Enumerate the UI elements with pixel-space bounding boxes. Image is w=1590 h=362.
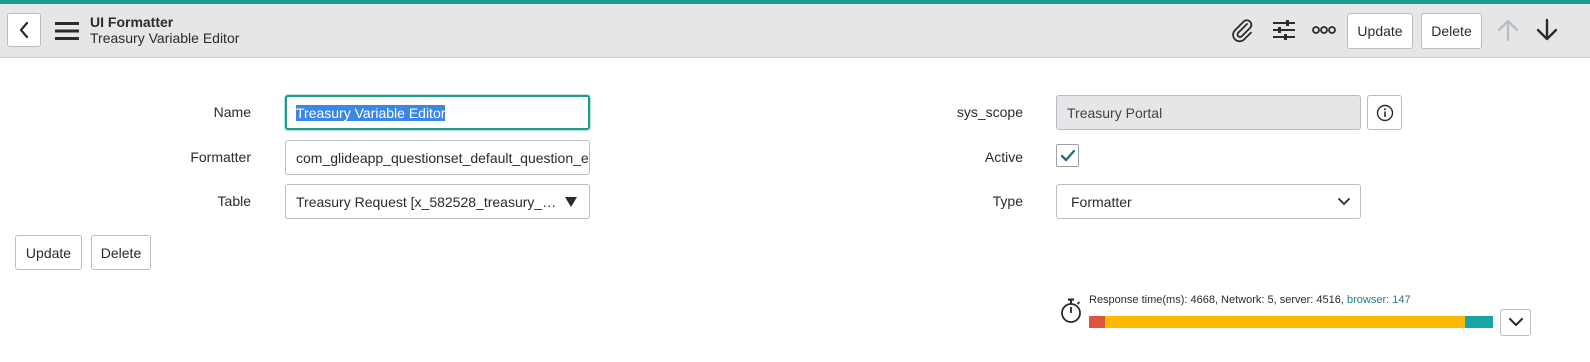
paperclip-icon (1232, 19, 1253, 43)
type-label: Type (992, 193, 1023, 209)
dropdown-triangle-icon (565, 197, 577, 207)
response-bar-browser-segment (1464, 316, 1493, 328)
browser-time-link[interactable]: browser: 147 (1347, 294, 1411, 306)
table-select-value: Treasury Request [x_582528_treasury_x_..… (296, 193, 558, 210)
attachment-button[interactable] (1228, 16, 1256, 44)
header-delete-button[interactable]: Delete (1421, 13, 1482, 49)
response-bar-network-segment (1089, 316, 1106, 328)
arrow-down-icon (1536, 18, 1558, 41)
name-input-value: Treasury Variable Editor (296, 104, 446, 121)
sliders-icon (1273, 20, 1295, 40)
type-select[interactable]: Formatter (1056, 184, 1361, 219)
chevron-down-icon (1338, 198, 1350, 205)
response-time-summary: Response time(ms): 4668, Network: 5, ser… (1089, 294, 1344, 306)
response-time-text: Response time(ms): 4668, Network: 5, ser… (1089, 294, 1411, 306)
formatter-label: Formatter (190, 149, 251, 165)
table-label: Table (217, 193, 251, 209)
record-type-title: UI Formatter (90, 14, 174, 30)
response-time-expand-button[interactable] (1500, 309, 1531, 336)
response-bar-server-segment (1105, 316, 1465, 328)
stopwatch-icon (1061, 298, 1081, 323)
name-input[interactable]: Treasury Variable Editor (285, 95, 590, 130)
info-icon (1376, 104, 1393, 121)
arrow-up-icon (1497, 19, 1519, 42)
checkmark-icon (1060, 149, 1075, 161)
reference-info-button[interactable] (1367, 95, 1402, 130)
next-record-button[interactable] (1533, 16, 1561, 44)
chevron-left-icon (19, 21, 29, 39)
type-select-value: Formatter (1071, 193, 1132, 210)
update-button[interactable]: Update (15, 235, 82, 270)
table-select[interactable]: Treasury Request [x_582528_treasury_x_..… (285, 184, 590, 219)
sys-scope-label: sys_scope (956, 104, 1023, 120)
name-label: Name (213, 104, 251, 120)
chevron-down-icon (1508, 318, 1523, 326)
active-checkbox[interactable] (1056, 144, 1079, 167)
previous-record-button[interactable] (1494, 16, 1522, 44)
formatter-input-value: com_glideapp_questionset_default_questio… (296, 149, 590, 166)
sys-scope-field: Treasury Portal (1056, 95, 1361, 130)
delete-button[interactable]: Delete (91, 235, 151, 270)
more-options-icon (1312, 26, 1336, 34)
form-header: UI Formatter Treasury Variable Editor Up… (0, 4, 1590, 58)
personalize-form-button[interactable] (1270, 16, 1298, 44)
header-update-button[interactable]: Update (1347, 13, 1413, 49)
active-label: Active (984, 149, 1023, 165)
sys-scope-value: Treasury Portal (1067, 104, 1163, 121)
response-time-bar (1089, 316, 1493, 328)
hamburger-menu-icon[interactable] (55, 21, 79, 41)
record-name-subtitle: Treasury Variable Editor (90, 30, 240, 46)
formatter-input[interactable]: com_glideapp_questionset_default_questio… (285, 140, 590, 175)
back-button[interactable] (7, 13, 41, 47)
more-options-button[interactable] (1310, 16, 1338, 44)
